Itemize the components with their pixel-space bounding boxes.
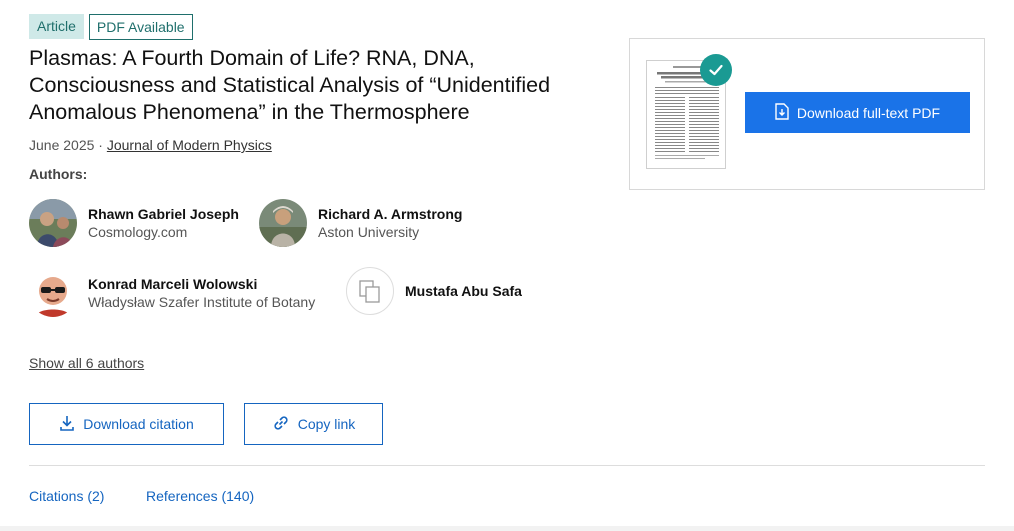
article-badge: Article: [29, 14, 84, 39]
download-pdf-label: Download full-text PDF: [796, 104, 941, 121]
pdf-download-icon: [775, 102, 789, 123]
download-citation-label: Download citation: [83, 416, 194, 432]
meta-separator: ·: [94, 137, 107, 153]
author-name[interactable]: Rhawn Gabriel Joseph: [88, 205, 239, 223]
show-all-authors-link[interactable]: Show all 6 authors: [29, 355, 144, 371]
download-icon: [59, 415, 75, 434]
author-name[interactable]: Konrad Marceli Wolowski: [88, 275, 315, 293]
journal-link[interactable]: Journal of Modern Physics: [107, 137, 272, 153]
bottom-strip: [0, 526, 1014, 531]
authors-label: Authors:: [29, 166, 88, 182]
author-item[interactable]: Rhawn Gabriel Joseph Cosmology.com: [29, 199, 239, 247]
publication-meta: June 2025 · Journal of Modern Physics: [29, 137, 272, 153]
placeholder-avatar-icon[interactable]: [346, 267, 394, 315]
author-item[interactable]: Richard A. Armstrong Aston University: [259, 199, 462, 247]
author-affiliation: Władysław Szafer Institute of Botany: [88, 294, 316, 310]
download-pdf-button[interactable]: Download full-text PDF: [745, 92, 970, 133]
badges: Article PDF Available: [29, 14, 193, 40]
copy-link-label: Copy link: [297, 416, 356, 432]
pdf-card: Download full-text PDF: [629, 38, 985, 190]
author-item[interactable]: Mustafa Abu Safa: [346, 267, 522, 315]
download-citation-button[interactable]: Download citation: [29, 403, 224, 445]
copy-link-button[interactable]: Copy link: [244, 403, 383, 445]
author-name[interactable]: Mustafa Abu Safa: [405, 282, 522, 300]
author-name[interactable]: Richard A. Armstrong: [318, 205, 462, 223]
author-affiliation: Aston University: [318, 224, 420, 240]
author-avatar[interactable]: [29, 269, 77, 317]
author-item[interactable]: Konrad Marceli Wolowski Władysław Szafer…: [29, 269, 315, 317]
check-icon: [700, 54, 732, 86]
author-avatar[interactable]: [29, 199, 77, 247]
link-icon: [272, 415, 290, 434]
tab-citations[interactable]: Citations (2): [29, 488, 104, 504]
tab-references[interactable]: References (140): [146, 488, 254, 504]
pdf-available-badge: PDF Available: [88, 14, 193, 40]
publication-title: Plasmas: A Fourth Domain of Life? RNA, D…: [29, 46, 551, 124]
author-affiliation: Cosmology.com: [88, 224, 188, 240]
divider: [29, 465, 985, 466]
author-avatar[interactable]: [259, 199, 307, 247]
publication-date: June 2025: [29, 137, 95, 153]
